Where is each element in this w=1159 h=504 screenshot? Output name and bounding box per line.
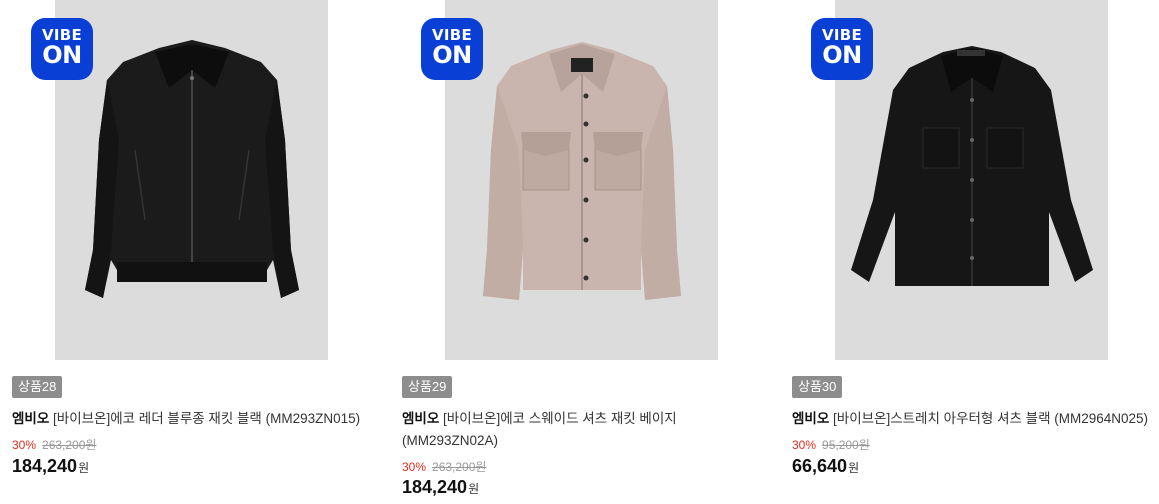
sale-price-value: 184,240	[402, 477, 468, 497]
suede-jacket-image	[483, 42, 681, 300]
discount-rate: 30%	[402, 460, 427, 474]
product-number-tag: 상품30	[792, 376, 843, 398]
overshirt-image	[851, 46, 1093, 286]
vibe-on-badge: VIBE ON	[31, 18, 93, 80]
original-price: 263,200원	[432, 460, 487, 474]
leather-jacket-image	[85, 40, 299, 298]
brand-name: 엠비오	[402, 411, 440, 426]
product-card[interactable]: VIBE ON 상품28 엠비오 [바이브온]에코 레더 블루종 재킷 블랙 (…	[12, 0, 382, 504]
discount-rate: 30%	[792, 438, 817, 452]
currency-unit: 원	[78, 461, 90, 475]
product-image[interactable]: VIBE ON	[792, 0, 1159, 360]
original-price: 263,200원	[42, 438, 97, 452]
product-title[interactable]: 엠비오 [바이브온]에코 스웨이드 셔츠 재킷 베이지 (MM293ZN02A)	[402, 408, 764, 452]
product-name: [바이브온]스트레치 아우터형 셔츠 블랙 (MM2964N025)	[833, 411, 1149, 426]
price-info: 30% 263,200원	[12, 436, 96, 453]
currency-unit: 원	[848, 461, 860, 475]
product-name: [바이브온]에코 레더 블루종 재킷 블랙 (MM293ZN015)	[53, 411, 361, 426]
vibe-on-badge: VIBE ON	[811, 18, 873, 80]
currency-unit: 원	[468, 482, 480, 496]
product-number-tag: 상품29	[402, 376, 453, 398]
product-card[interactable]: VIBE ON 상품30 엠비오 [바이브온]스트레치 아우터형 셔츠 블랙 (…	[792, 0, 1159, 504]
product-card[interactable]: VIBE ON 상품29 엠비오 [바이브온]에코 스웨이드 셔츠 재킷 베이지…	[402, 0, 772, 504]
product-image[interactable]: VIBE ON	[12, 0, 382, 360]
product-title[interactable]: 엠비오 [바이브온]스트레치 아우터형 셔츠 블랙 (MM2964N025)	[792, 408, 1152, 430]
badge-text-bottom: ON	[822, 41, 862, 69]
badge-text-bottom: ON	[432, 41, 472, 69]
brand-name: 엠비오	[792, 411, 830, 426]
sale-price: 184,240원	[402, 477, 479, 498]
original-price: 95,200원	[822, 438, 870, 452]
brand-name: 엠비오	[12, 411, 50, 426]
product-code: (MM293ZN02A)	[402, 433, 499, 448]
discount-rate: 30%	[12, 438, 37, 452]
price-info: 30% 95,200원	[792, 436, 870, 453]
vibe-on-badge: VIBE ON	[421, 18, 483, 80]
sale-price-value: 184,240	[12, 456, 78, 476]
sale-price: 66,640원	[792, 456, 859, 477]
badge-text-bottom: ON	[42, 41, 82, 69]
sale-price: 184,240원	[12, 456, 89, 477]
price-info: 30% 263,200원	[402, 458, 486, 475]
product-number-tag: 상품28	[12, 376, 63, 398]
product-title[interactable]: 엠비오 [바이브온]에코 레더 블루종 재킷 블랙 (MM293ZN015)	[12, 408, 374, 430]
sale-price-value: 66,640	[792, 456, 848, 476]
product-image[interactable]: VIBE ON	[402, 0, 772, 360]
product-name: [바이브온]에코 스웨이드 셔츠 재킷 베이지	[443, 411, 677, 426]
